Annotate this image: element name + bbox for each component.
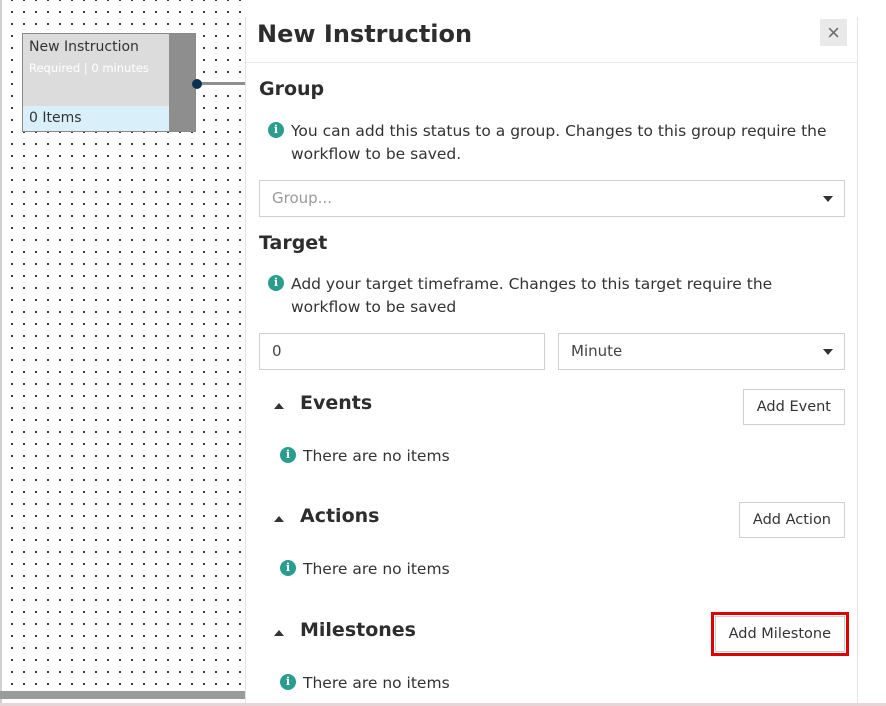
node-subtitle: Required | 0 minutes xyxy=(29,61,149,75)
canvas-edge xyxy=(0,0,2,706)
info-icon: i xyxy=(280,447,296,463)
node-title: New Instruction xyxy=(29,39,139,55)
target-info: i Add your target timeframe. Changes to … xyxy=(268,273,843,321)
milestones-empty-state: i There are no items xyxy=(280,672,840,696)
collapse-caret-icon[interactable] xyxy=(274,403,284,409)
close-icon: × xyxy=(827,20,840,45)
collapse-caret-icon[interactable] xyxy=(274,516,284,522)
add-event-button[interactable]: Add Event xyxy=(742,389,845,425)
target-unit-select[interactable]: Minute xyxy=(558,333,845,370)
actions-empty-state: i There are no items xyxy=(280,558,840,582)
chevron-down-icon xyxy=(823,349,833,355)
target-unit-value: Minute xyxy=(571,342,623,360)
events-heading[interactable]: Events xyxy=(300,392,372,414)
group-info-text: You can add this status to a group. Chan… xyxy=(291,122,827,163)
events-empty-text: There are no items xyxy=(303,447,450,465)
milestones-section-header: Milestones Add Milestone xyxy=(274,612,850,656)
actions-empty-text: There are no items xyxy=(303,560,450,578)
status-node-new-instruction[interactable]: New Instruction Required | 0 minutes 0 I… xyxy=(22,33,196,132)
info-icon: i xyxy=(280,674,296,690)
target-heading: Target xyxy=(259,232,328,254)
connector-dot[interactable] xyxy=(192,79,202,89)
target-value-input[interactable]: 0 xyxy=(259,333,545,370)
target-info-text: Add your target timeframe. Changes to th… xyxy=(291,275,773,316)
panel-header: New Instruction × xyxy=(246,17,857,63)
milestones-empty-text: There are no items xyxy=(303,674,450,692)
connector-line xyxy=(201,82,245,85)
canvas-scrollbar[interactable] xyxy=(0,691,245,699)
info-icon: i xyxy=(268,275,284,291)
group-info: i You can add this status to a group. Ch… xyxy=(268,120,843,168)
events-section-header: Events Add Event xyxy=(274,389,845,425)
group-heading: Group xyxy=(259,78,325,100)
info-icon: i xyxy=(280,560,296,576)
node-items-count: 0 Items xyxy=(23,106,169,131)
add-milestone-button[interactable]: Add Milestone xyxy=(710,612,850,656)
group-select-placeholder: Group... xyxy=(272,189,332,207)
info-icon: i xyxy=(268,122,284,138)
chevron-down-icon xyxy=(823,196,833,202)
target-value: 0 xyxy=(272,342,282,360)
panel-title: New Instruction xyxy=(257,20,473,48)
group-select[interactable]: Group... xyxy=(259,180,845,217)
events-empty-state: i There are no items xyxy=(280,445,840,469)
actions-section-header: Actions Add Action xyxy=(274,502,845,538)
add-action-button[interactable]: Add Action xyxy=(738,502,845,538)
workflow-canvas[interactable]: New Instruction Required | 0 minutes 0 I… xyxy=(0,0,245,706)
status-detail-panel: New Instruction × Group i You can add th… xyxy=(245,17,858,706)
milestones-heading[interactable]: Milestones xyxy=(300,619,416,641)
collapse-caret-icon[interactable] xyxy=(274,630,284,636)
close-button[interactable]: × xyxy=(820,19,847,46)
actions-heading[interactable]: Actions xyxy=(300,505,379,527)
